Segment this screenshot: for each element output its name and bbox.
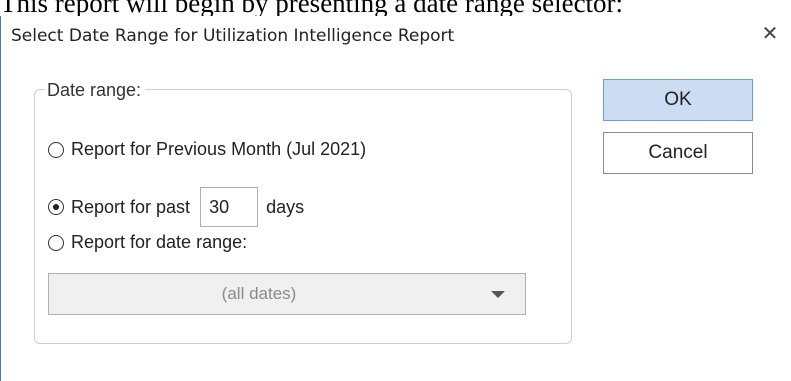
radio-button-date-range[interactable]: [48, 234, 64, 251]
close-button[interactable]: ✕: [755, 18, 785, 48]
close-icon: ✕: [761, 21, 779, 45]
past-days-input[interactable]: [200, 187, 259, 227]
radio-date-range[interactable]: Report for date range:: [48, 232, 247, 253]
radio-button-past-days[interactable]: [48, 199, 64, 215]
radio-past-days[interactable]: Report for past days: [48, 187, 304, 227]
radio-label-days: days: [266, 196, 305, 217]
radio-label-past: Report for past: [71, 196, 191, 217]
ok-button[interactable]: OK: [603, 79, 753, 121]
date-range-select[interactable]: (all dates): [48, 273, 526, 315]
radio-button-previous-month[interactable]: [48, 141, 64, 158]
radio-previous-month[interactable]: Report for Previous Month (Jul 2021): [48, 139, 366, 160]
date-range-legend: Date range:: [45, 80, 146, 100]
date-range-dialog: Select Date Range for Utilization Intell…: [0, 16, 791, 381]
chevron-down-icon[interactable]: [491, 291, 505, 298]
date-range-select-value: (all dates): [221, 284, 297, 303]
dialog-title: Select Date Range for Utilization Intell…: [11, 26, 455, 46]
dialog-title-bar: Select Date Range for Utilization Intell…: [1, 16, 791, 58]
radio-label-date-range: Report for date range:: [71, 232, 248, 252]
cancel-button[interactable]: Cancel: [603, 132, 753, 174]
radio-label-previous-month: Report for Previous Month (Jul 2021): [71, 139, 367, 159]
